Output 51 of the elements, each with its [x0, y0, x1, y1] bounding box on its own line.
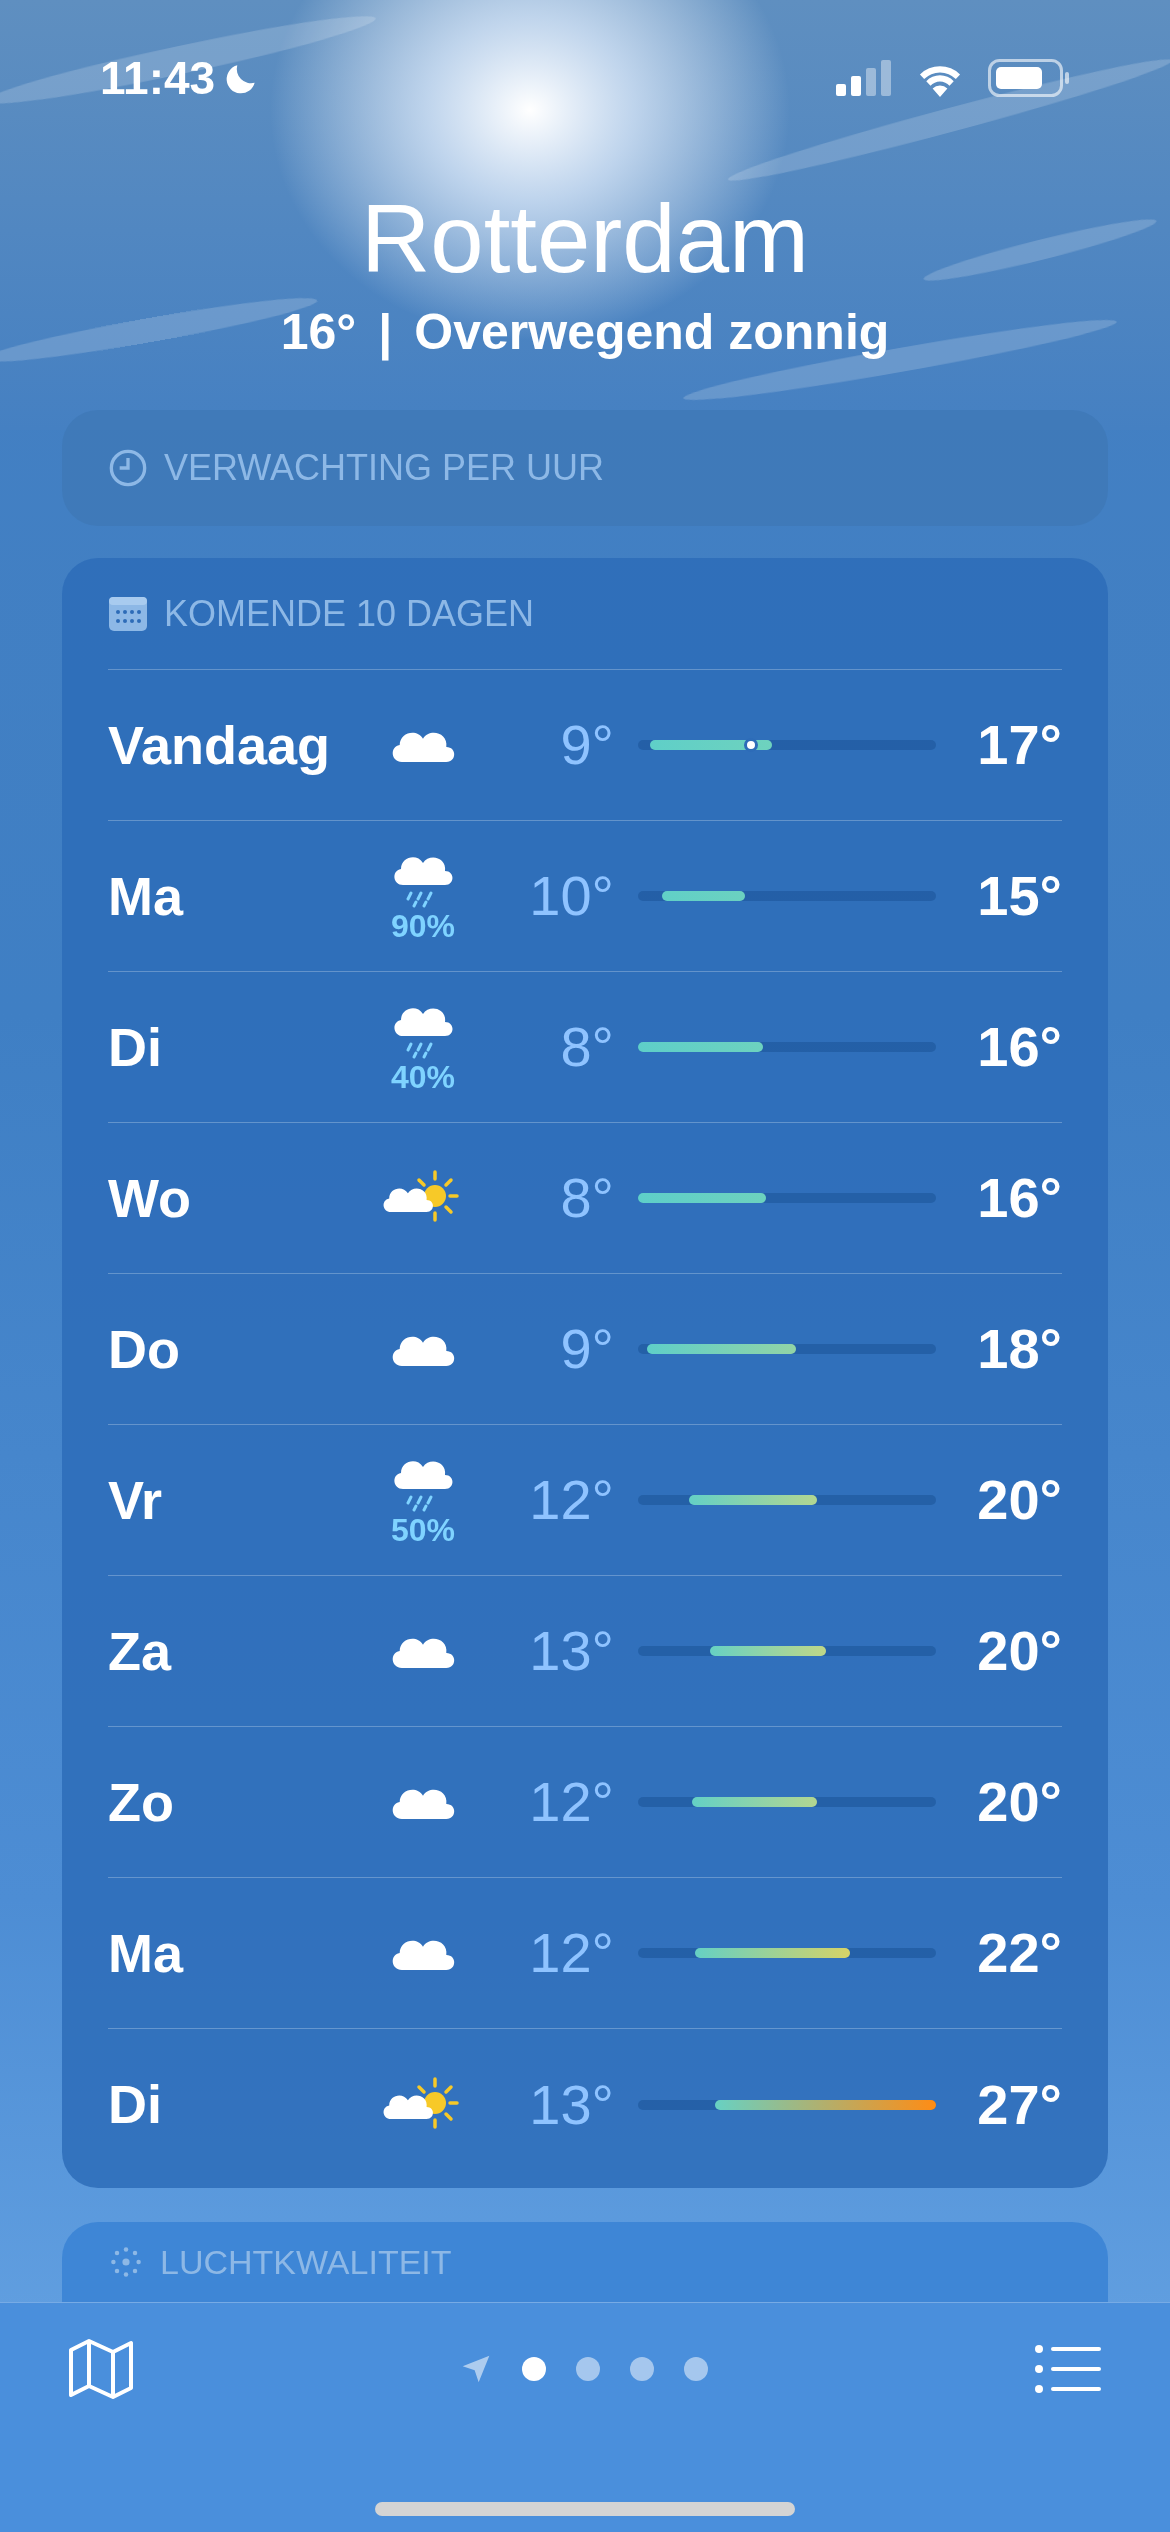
card-title: KOMENDE 10 DAGEN [164, 591, 535, 636]
low-temperature: 9° [559, 1316, 614, 1382]
high-temperature: 22° [976, 1920, 1062, 1986]
card-title: LUCHTKWALITEIT [160, 2244, 452, 2280]
low-temperature: 9° [559, 712, 614, 778]
day-label: Ma [108, 864, 185, 928]
day-label: Za [108, 1619, 173, 1683]
day-label: Zo [108, 1770, 175, 1834]
hourly-forecast-card[interactable]: VERWACHTING PER UUR [62, 410, 1108, 526]
high-temperature: 27° [976, 2071, 1062, 2138]
day-label: Di [108, 2073, 163, 2136]
low-temperature: 13° [528, 1618, 614, 1684]
high-temperature: 16° [976, 1014, 1062, 1080]
high-temperature: 18° [976, 1316, 1062, 1382]
high-temperature: 17° [976, 712, 1062, 778]
list-icon[interactable] [1034, 2344, 1102, 2394]
air-quality-icon [108, 2244, 144, 2280]
status-time: 11:43 [100, 50, 216, 106]
low-temperature: 13° [528, 2071, 614, 2138]
battery-icon [988, 59, 1070, 97]
high-temperature: 15° [976, 863, 1062, 929]
day-label: Do [108, 1317, 181, 1381]
map-icon[interactable] [68, 2338, 134, 2400]
low-temperature: 12° [528, 1769, 614, 1835]
high-temperature: 20° [976, 1769, 1062, 1835]
precipitation-chance: 90% [390, 909, 455, 943]
city-name: Rotterdam [360, 184, 810, 294]
separator: | [378, 303, 393, 363]
low-temperature: 10° [528, 863, 614, 929]
signal-icon [836, 60, 892, 96]
card-title: VERWACHTING PER UUR [164, 446, 605, 490]
air-quality-card[interactable]: LUCHTKWALITEIT [62, 2222, 1108, 2302]
day-label: Wo [108, 1166, 192, 1230]
clock-icon [108, 448, 148, 488]
day-label: Vandaag [108, 713, 332, 777]
day-label: Di [108, 1015, 163, 1079]
calendar-icon [108, 595, 148, 632]
day-label: Vr [108, 1468, 164, 1532]
low-temperature: 8° [559, 1014, 614, 1080]
weather-condition: Overwegend zonnig [414, 303, 890, 362]
high-temperature: 20° [976, 1618, 1062, 1684]
low-temperature: 12° [528, 1920, 614, 1986]
high-temperature: 20° [976, 1467, 1062, 1533]
low-temperature: 12° [528, 1467, 614, 1533]
precipitation-chance: 40% [390, 1060, 455, 1094]
high-temperature: 16° [976, 1165, 1062, 1231]
precipitation-chance: 50% [390, 1513, 455, 1547]
day-label: Ma [108, 1921, 185, 1985]
low-temperature: 8° [559, 1165, 614, 1231]
current-temperature: 16° [280, 303, 357, 362]
location-arrow-icon[interactable] [460, 2353, 492, 2385]
